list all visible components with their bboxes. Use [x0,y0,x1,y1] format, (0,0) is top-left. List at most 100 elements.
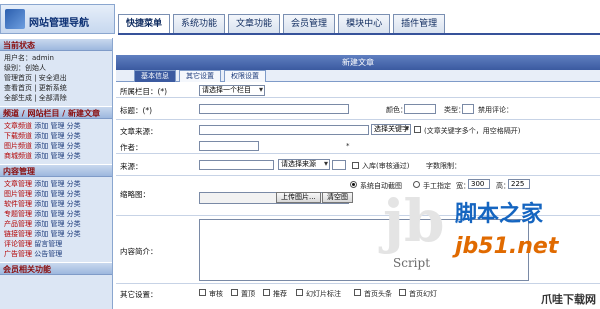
sidebar-item[interactable]: 图片频道 添加 管理 分类 [4,141,108,151]
menu-category[interactable]: 广告管理 [4,250,32,258]
menu-category[interactable]: 文章管理 [4,180,32,188]
misc-checkbox[interactable] [231,289,238,296]
row-category: 所属栏目：(*) 请选择一个栏目 [116,83,600,98]
color-input[interactable] [404,104,436,114]
menu-category[interactable]: 图片管理 [4,190,32,198]
menu-ops[interactable]: 添加 管理 分类 [34,132,80,140]
subtab-permission[interactable]: 权限设置 [224,70,266,82]
status-links-2[interactable]: 查看首页 | 更新系统 [4,83,108,93]
origin-label: 来源： [120,162,143,171]
subtab-other[interactable]: 其它设置 [179,70,221,82]
sidebar-item[interactable]: 产品管理 添加 管理 分类 [4,219,108,229]
sidebar-item[interactable]: 图片管理 添加 管理 分类 [4,189,108,199]
sidebar-status-title[interactable]: 当前状态 [0,38,112,51]
sidebar-content-title[interactable]: 内容管理 [0,164,112,177]
sidebar-channels-body: 文章频道 添加 管理 分类 下载频道 添加 管理 分类 图片频道 添加 管理 分… [0,119,112,164]
menu-ops[interactable]: 添加 管理 分类 [34,180,80,188]
left-sidebar: 当前状态 用户名：admin 级别：创始人 管理首页 | 安全退出 查看首页 |… [0,38,113,309]
row-title: 标题：(*) 颜色： 类型： 禁用评论： [116,98,600,120]
menu-ops[interactable]: 添加 管理 分类 [34,220,80,228]
tab-plugin[interactable]: 插件管理 [393,14,446,34]
type-checkbox[interactable] [462,104,474,114]
status-links-3[interactable]: 全部生成 | 全部清除 [4,93,108,103]
misc-option: 幻灯片标注 [306,290,341,298]
misc-checkbox[interactable] [296,289,303,296]
tab-system[interactable]: 系统功能 [173,14,226,34]
audit-label: 入库(审核通过) [362,162,410,170]
keyword-hint: (文章关键字多个，用空格隔开) [424,127,521,135]
menu-category[interactable]: 文章频道 [4,122,32,130]
audit-checkbox[interactable] [352,162,359,169]
sidebar-item[interactable]: 下载频道 添加 管理 分类 [4,131,108,141]
upload-button[interactable]: 上传图片... [276,192,321,203]
watermark-site-url: jb51.net [455,234,559,259]
tab-member[interactable]: 会员管理 [283,14,336,34]
tab-quick-menu[interactable]: 快捷菜单 [118,14,171,34]
logo-text: 网站管理导航 [29,18,89,29]
category-select[interactable]: 请选择一个栏目 [199,85,265,96]
sidebar-status-body: 用户名：admin 级别：创始人 管理首页 | 安全退出 查看首页 | 更新系统… [0,51,112,106]
menu-category[interactable]: 图片频道 [4,142,32,150]
menu-ops[interactable]: 添加 管理 分类 [34,230,80,238]
menu-ops[interactable]: 公告管理 [34,250,62,258]
author-input[interactable] [199,141,259,151]
author-hint: * [346,142,350,150]
thumb-label: 缩略图： [120,190,150,199]
sidebar-item[interactable]: 专题管理 添加 管理 分类 [4,209,108,219]
sidebar-item[interactable]: 文章管理 添加 管理 分类 [4,179,108,189]
sidebar-channels-title[interactable]: 频道 / 网站栏目 / 新建文章 [0,106,112,119]
menu-category[interactable]: 商城频道 [4,152,32,160]
subtab-basic[interactable]: 基本信息 [134,70,176,82]
tab-article[interactable]: 文章功能 [228,14,281,34]
origin-extra-input[interactable] [332,160,346,170]
watermark-logo-mark: jb [383,187,445,255]
menu-ops[interactable]: 添加 管理 分类 [34,190,80,198]
sidebar-item[interactable]: 广告管理 公告管理 [4,249,108,259]
watermark-script-text: Script [393,256,431,270]
form-title: 新建文章 [116,55,600,70]
misc-checkbox[interactable] [354,289,361,296]
audit-hint: 字数限制： [426,162,461,170]
misc-option: 审核 [209,290,223,298]
sidebar-item[interactable]: 链接管理 添加 管理 分类 [4,229,108,239]
auto-thumb-radio[interactable] [350,181,357,188]
misc-checkbox[interactable] [263,289,270,296]
menu-category[interactable]: 链接管理 [4,230,32,238]
title-input[interactable] [199,104,349,114]
tab-module[interactable]: 模块中心 [338,14,391,34]
clear-thumb-button[interactable]: 清空图 [322,192,353,203]
logo-icon [5,9,25,29]
origin-select[interactable]: 请选择来源 [278,159,330,170]
misc-checkbox[interactable] [199,289,206,296]
status-links-1[interactable]: 管理首页 | 安全退出 [4,73,108,83]
source-input[interactable] [199,125,369,135]
menu-category[interactable]: 软件管理 [4,200,32,208]
origin-input[interactable] [199,160,274,170]
category-label: 所属栏目：(*) [120,87,168,96]
misc-option: 推荐 [273,290,287,298]
sidebar-item[interactable]: 商城频道 添加 管理 分类 [4,151,108,161]
keyword-select[interactable]: 选择关键字 [371,124,411,135]
header-divider [118,33,600,35]
sidebar-item[interactable]: 软件管理 添加 管理 分类 [4,199,108,209]
sidebar-member-title[interactable]: 会员相关功能 [0,262,112,275]
menu-category[interactable]: 下载频道 [4,132,32,140]
menu-ops[interactable]: 添加 管理 分类 [34,210,80,218]
status-username: 用户名：admin [4,54,54,62]
menu-ops[interactable]: 添加 管理 分类 [34,142,80,150]
menu-ops[interactable]: 添加 管理 分类 [34,122,80,130]
comment-label: 禁用评论： [478,106,513,114]
menu-category[interactable]: 评论管理 [4,240,32,248]
menu-ops[interactable]: 添加 管理 分类 [34,152,80,160]
sidebar-item[interactable]: 评论管理 留言管理 [4,239,108,249]
keyword-checkbox[interactable] [414,126,421,133]
menu-ops[interactable]: 添加 管理 分类 [34,200,80,208]
menu-ops[interactable]: 留言管理 [34,240,62,248]
title-label: 标题：(*) [120,106,153,115]
menu-category[interactable]: 专题管理 [4,210,32,218]
menu-category[interactable]: 产品管理 [4,220,32,228]
content-label: 内容简介： [120,247,158,256]
top-header: 网站管理导航 快捷菜单 系统功能 文章功能 会员管理 模块中心 插件管理 [0,0,600,35]
row-origin: 来源： 请选择来源 入库(审核通过) 字数限制： [116,154,600,176]
sidebar-item[interactable]: 文章频道 添加 管理 分类 [4,121,108,131]
